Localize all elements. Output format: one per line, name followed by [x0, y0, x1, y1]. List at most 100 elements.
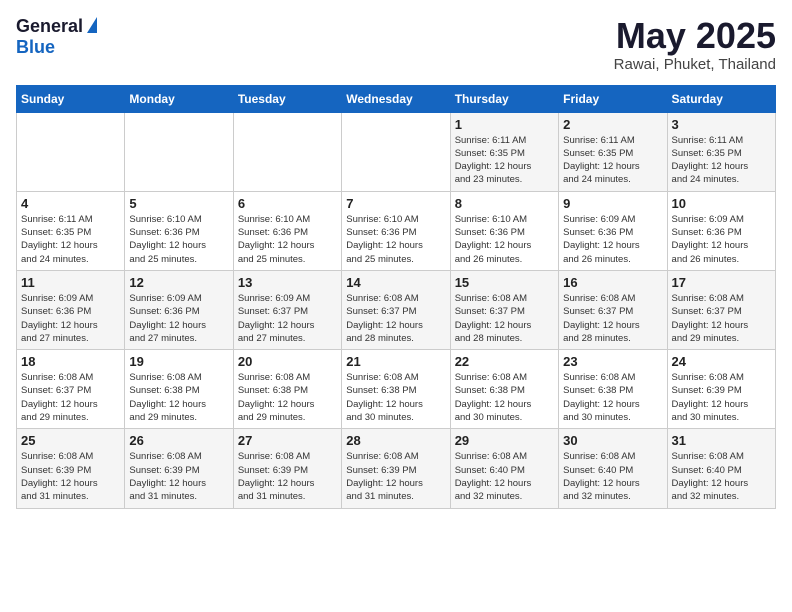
day-info: Sunrise: 6:09 AM Sunset: 6:36 PM Dayligh… [563, 213, 662, 266]
day-number: 27 [238, 433, 337, 448]
day-info: Sunrise: 6:08 AM Sunset: 6:40 PM Dayligh… [455, 450, 554, 503]
day-info: Sunrise: 6:08 AM Sunset: 6:38 PM Dayligh… [129, 371, 228, 424]
calendar-cell [342, 112, 450, 191]
day-number: 2 [563, 117, 662, 132]
day-info: Sunrise: 6:11 AM Sunset: 6:35 PM Dayligh… [563, 134, 662, 187]
day-number: 16 [563, 275, 662, 290]
day-number: 30 [563, 433, 662, 448]
header-day-friday: Friday [559, 85, 667, 112]
day-number: 18 [21, 354, 120, 369]
calendar-cell: 31 Sunrise: 6:08 AM Sunset: 6:40 PM Dayli… [667, 429, 775, 508]
calendar-week-2: 4 Sunrise: 6:11 AM Sunset: 6:35 PM Daylig… [17, 191, 776, 270]
header-day-sunday: Sunday [17, 85, 125, 112]
calendar-cell: 19 Sunrise: 6:08 AM Sunset: 6:38 PM Dayli… [125, 350, 233, 429]
header-day-wednesday: Wednesday [342, 85, 450, 112]
day-number: 6 [238, 196, 337, 211]
day-info: Sunrise: 6:08 AM Sunset: 6:39 PM Dayligh… [129, 450, 228, 503]
day-number: 17 [672, 275, 771, 290]
day-info: Sunrise: 6:08 AM Sunset: 6:38 PM Dayligh… [238, 371, 337, 424]
calendar-cell: 9 Sunrise: 6:09 AM Sunset: 6:36 PM Daylig… [559, 191, 667, 270]
day-info: Sunrise: 6:08 AM Sunset: 6:37 PM Dayligh… [563, 292, 662, 345]
calendar-cell: 8 Sunrise: 6:10 AM Sunset: 6:36 PM Daylig… [450, 191, 558, 270]
calendar-cell: 17 Sunrise: 6:08 AM Sunset: 6:37 PM Dayli… [667, 270, 775, 349]
day-info: Sunrise: 6:08 AM Sunset: 6:39 PM Dayligh… [21, 450, 120, 503]
logo-triangle-icon [87, 17, 97, 33]
day-info: Sunrise: 6:10 AM Sunset: 6:36 PM Dayligh… [346, 213, 445, 266]
calendar-cell: 27 Sunrise: 6:08 AM Sunset: 6:39 PM Dayli… [233, 429, 341, 508]
day-info: Sunrise: 6:09 AM Sunset: 6:36 PM Dayligh… [129, 292, 228, 345]
calendar-cell: 25 Sunrise: 6:08 AM Sunset: 6:39 PM Dayli… [17, 429, 125, 508]
day-number: 28 [346, 433, 445, 448]
header-row: SundayMondayTuesdayWednesdayThursdayFrid… [17, 85, 776, 112]
header-day-tuesday: Tuesday [233, 85, 341, 112]
logo-blue-text: Blue [16, 37, 55, 58]
page-header: General Blue May 2025 Rawai, Phuket, Tha… [16, 16, 776, 73]
day-info: Sunrise: 6:08 AM Sunset: 6:37 PM Dayligh… [346, 292, 445, 345]
calendar-week-4: 18 Sunrise: 6:08 AM Sunset: 6:37 PM Dayli… [17, 350, 776, 429]
logo-general-text: General [16, 16, 83, 37]
day-number: 4 [21, 196, 120, 211]
day-info: Sunrise: 6:10 AM Sunset: 6:36 PM Dayligh… [129, 213, 228, 266]
day-number: 24 [672, 354, 771, 369]
day-number: 12 [129, 275, 228, 290]
day-info: Sunrise: 6:08 AM Sunset: 6:38 PM Dayligh… [563, 371, 662, 424]
day-number: 19 [129, 354, 228, 369]
calendar-cell: 12 Sunrise: 6:09 AM Sunset: 6:36 PM Dayli… [125, 270, 233, 349]
day-number: 13 [238, 275, 337, 290]
day-info: Sunrise: 6:10 AM Sunset: 6:36 PM Dayligh… [455, 213, 554, 266]
title-block: May 2025 Rawai, Phuket, Thailand [614, 16, 776, 73]
calendar-cell: 7 Sunrise: 6:10 AM Sunset: 6:36 PM Daylig… [342, 191, 450, 270]
day-number: 11 [21, 275, 120, 290]
day-info: Sunrise: 6:08 AM Sunset: 6:38 PM Dayligh… [455, 371, 554, 424]
calendar-cell: 20Sunrise: 6:08 AM Sunset: 6:38 PM Dayli… [233, 350, 341, 429]
day-info: Sunrise: 6:10 AM Sunset: 6:36 PM Dayligh… [238, 213, 337, 266]
day-info: Sunrise: 6:11 AM Sunset: 6:35 PM Dayligh… [455, 134, 554, 187]
day-info: Sunrise: 6:08 AM Sunset: 6:39 PM Dayligh… [672, 371, 771, 424]
day-number: 22 [455, 354, 554, 369]
calendar-cell: 10Sunrise: 6:09 AM Sunset: 6:36 PM Dayli… [667, 191, 775, 270]
calendar-cell: 21Sunrise: 6:08 AM Sunset: 6:38 PM Dayli… [342, 350, 450, 429]
calendar-cell: 11Sunrise: 6:09 AM Sunset: 6:36 PM Dayli… [17, 270, 125, 349]
logo: General Blue [16, 16, 97, 58]
calendar-cell: 24 Sunrise: 6:08 AM Sunset: 6:39 PM Dayli… [667, 350, 775, 429]
day-info: Sunrise: 6:08 AM Sunset: 6:37 PM Dayligh… [455, 292, 554, 345]
calendar-week-5: 25 Sunrise: 6:08 AM Sunset: 6:39 PM Dayli… [17, 429, 776, 508]
day-info: Sunrise: 6:08 AM Sunset: 6:39 PM Dayligh… [238, 450, 337, 503]
calendar-body: 1 Sunrise: 6:11 AM Sunset: 6:35 PM Daylig… [17, 112, 776, 508]
day-info: Sunrise: 6:08 AM Sunset: 6:40 PM Dayligh… [672, 450, 771, 503]
calendar-cell: 15 Sunrise: 6:08 AM Sunset: 6:37 PM Dayli… [450, 270, 558, 349]
day-info: Sunrise: 6:11 AM Sunset: 6:35 PM Dayligh… [21, 213, 120, 266]
calendar-cell: 29 Sunrise: 6:08 AM Sunset: 6:40 PM Dayli… [450, 429, 558, 508]
header-day-saturday: Saturday [667, 85, 775, 112]
day-number: 7 [346, 196, 445, 211]
day-number: 31 [672, 433, 771, 448]
calendar-cell [125, 112, 233, 191]
calendar-cell: 1 Sunrise: 6:11 AM Sunset: 6:35 PM Daylig… [450, 112, 558, 191]
header-day-thursday: Thursday [450, 85, 558, 112]
day-number: 25 [21, 433, 120, 448]
day-info: Sunrise: 6:08 AM Sunset: 6:38 PM Dayligh… [346, 371, 445, 424]
calendar-cell: 23Sunrise: 6:08 AM Sunset: 6:38 PM Dayli… [559, 350, 667, 429]
day-info: Sunrise: 6:08 AM Sunset: 6:40 PM Dayligh… [563, 450, 662, 503]
day-info: Sunrise: 6:08 AM Sunset: 6:37 PM Dayligh… [672, 292, 771, 345]
day-number: 15 [455, 275, 554, 290]
day-number: 9 [563, 196, 662, 211]
calendar-cell [233, 112, 341, 191]
day-number: 5 [129, 196, 228, 211]
calendar-cell: 2 Sunrise: 6:11 AM Sunset: 6:35 PM Daylig… [559, 112, 667, 191]
calendar-cell: 18 Sunrise: 6:08 AM Sunset: 6:37 PM Dayli… [17, 350, 125, 429]
calendar-cell: 14 Sunrise: 6:08 AM Sunset: 6:37 PM Dayli… [342, 270, 450, 349]
day-info: Sunrise: 6:08 AM Sunset: 6:39 PM Dayligh… [346, 450, 445, 503]
day-info: Sunrise: 6:09 AM Sunset: 6:36 PM Dayligh… [672, 213, 771, 266]
day-number: 1 [455, 117, 554, 132]
day-number: 3 [672, 117, 771, 132]
day-number: 14 [346, 275, 445, 290]
day-number: 29 [455, 433, 554, 448]
day-info: Sunrise: 6:11 AM Sunset: 6:35 PM Dayligh… [672, 134, 771, 187]
calendar-cell: 13Sunrise: 6:09 AM Sunset: 6:37 PM Dayli… [233, 270, 341, 349]
calendar-week-3: 11 Sunrise: 6:09 AM Sunset: 6:36 PM Dayli… [17, 270, 776, 349]
day-info: Sunrise: 6:08 AM Sunset: 6:37 PM Dayligh… [21, 371, 120, 424]
calendar-cell: 30 Sunrise: 6:08 AM Sunset: 6:40 PM Dayli… [559, 429, 667, 508]
day-number: 8 [455, 196, 554, 211]
calendar-cell: 26Sunrise: 6:08 AM Sunset: 6:39 PM Dayli… [125, 429, 233, 508]
